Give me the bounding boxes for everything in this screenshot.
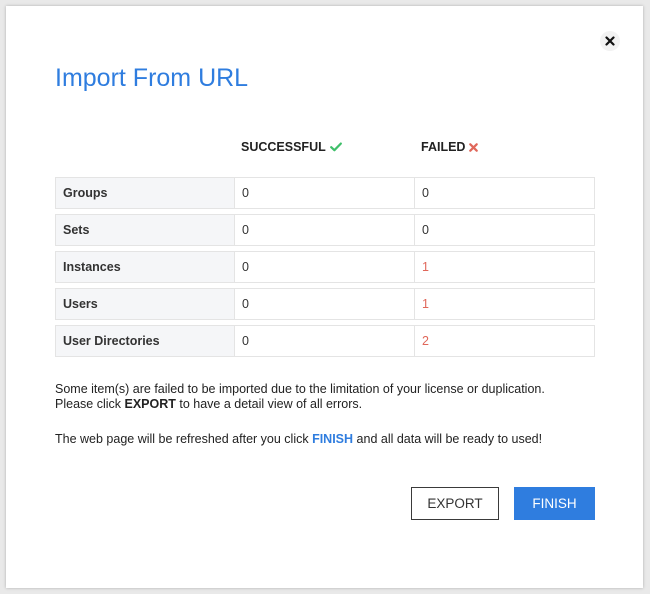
finish-emphasis: FINISH [312,432,354,446]
import-results-table: Groups 0 0 Sets 0 0 Instances 0 1 Users … [55,177,595,362]
row-label: Groups [55,177,235,209]
failed-count: 2 [415,325,595,357]
close-button[interactable] [600,31,620,51]
failed-count: 1 [415,251,595,283]
failed-count: 1 [415,288,595,320]
export-emphasis: EXPORT [124,397,176,411]
failure-message-suffix: to have a detail view of all errors. [175,397,363,411]
table-row: Instances 0 1 [55,251,595,283]
row-label: Instances [55,251,235,283]
failure-message-prefix: Please click [55,397,125,411]
failed-count: 0 [415,177,595,209]
row-label: Users [55,288,235,320]
failure-message-line1: Some item(s) are failed to be imported d… [55,382,545,396]
column-header-successful: SUCCESSFUL [241,140,342,154]
successful-count: 0 [235,214,415,246]
close-icon [605,36,615,46]
table-row: Groups 0 0 [55,177,595,209]
import-dialog: Import From URL SUCCESSFUL FAILED Groups… [6,6,643,588]
table-row: User Directories 0 2 [55,325,595,357]
table-row: Users 0 1 [55,288,595,320]
successful-count: 0 [235,177,415,209]
column-header-successful-label: SUCCESSFUL [241,140,326,154]
table-row: Sets 0 0 [55,214,595,246]
successful-count: 0 [235,288,415,320]
row-label: Sets [55,214,235,246]
refresh-message-suffix: and all data will be ready to used! [353,432,543,446]
x-icon [469,142,479,152]
check-icon [329,142,342,152]
finish-button[interactable]: FINISH [514,487,595,520]
export-button[interactable]: EXPORT [411,487,499,520]
failure-message: Some item(s) are failed to be imported d… [55,382,615,412]
column-header-failed-label: FAILED [421,140,466,154]
refresh-message-prefix: The web page will be refreshed after you… [55,432,313,446]
column-header-failed: FAILED [421,140,479,154]
dialog-title: Import From URL [55,64,249,92]
row-label: User Directories [55,325,235,357]
failed-count: 0 [415,214,595,246]
successful-count: 0 [235,251,415,283]
refresh-message: The web page will be refreshed after you… [55,432,615,447]
successful-count: 0 [235,325,415,357]
